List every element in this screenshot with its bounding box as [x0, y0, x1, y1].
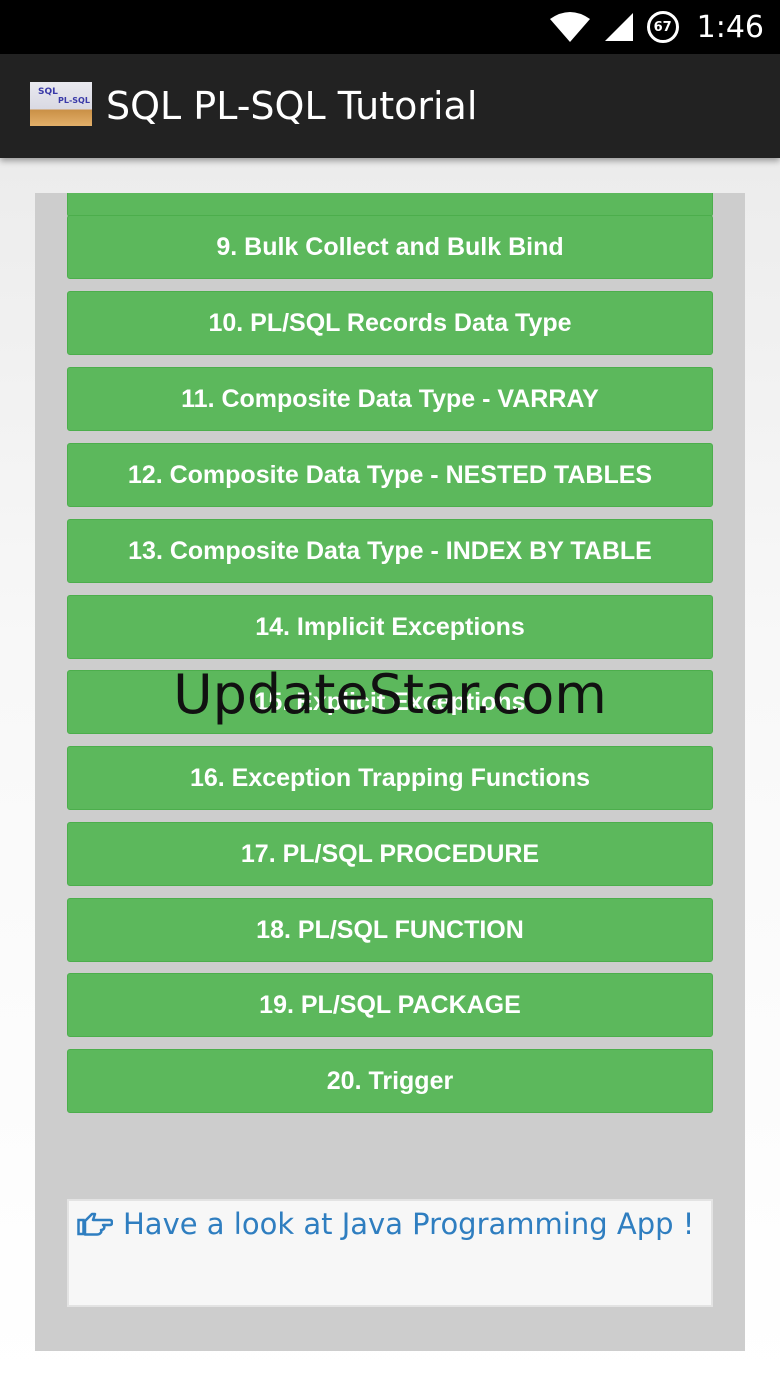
topic-button-20[interactable]: 20. Trigger — [67, 1049, 713, 1113]
wifi-icon — [549, 12, 590, 42]
topic-button-11[interactable]: 11. Composite Data Type - VARRAY — [67, 367, 713, 431]
cell-signal-icon — [604, 13, 633, 41]
topic-button-9[interactable]: 9. Bulk Collect and Bulk Bind — [67, 215, 713, 279]
topic-button-partial[interactable] — [67, 193, 713, 217]
topic-button-14[interactable]: 14. Implicit Exceptions — [67, 595, 713, 659]
topic-button-10[interactable]: 10. PL/SQL Records Data Type — [67, 291, 713, 355]
status-bar: 67 1:46 — [0, 0, 780, 54]
app-title: SQL PL-SQL Tutorial — [106, 84, 478, 128]
topic-button-16[interactable]: 16. Exception Trapping Functions — [67, 746, 713, 810]
java-app-link-text: Have a look at Java Programming App ! — [123, 1207, 695, 1241]
java-app-link[interactable]: Have a look at Java Programming App ! — [77, 1207, 694, 1241]
topic-button-13[interactable]: 13. Composite Data Type - INDEX BY TABLE — [67, 519, 713, 583]
status-icons: 67 1:46 — [549, 0, 764, 54]
app-logo-text-sql: SQL — [38, 87, 58, 97]
battery-icon: 67 — [646, 11, 679, 43]
topic-button-15[interactable]: 15. Explicit Exceptions — [67, 670, 713, 734]
topic-button-17[interactable]: 17. PL/SQL PROCEDURE — [67, 822, 713, 886]
topic-button-19[interactable]: 19. PL/SQL PACKAGE — [67, 973, 713, 1037]
hand-point-right-icon — [77, 1212, 113, 1236]
app-logo: SQL PL-SQL — [30, 82, 92, 126]
app-logo-text-plsql: PL-SQL — [58, 96, 90, 105]
topic-list-panel[interactable]: 9. Bulk Collect and Bulk Bind 10. PL/SQL… — [35, 193, 745, 1351]
topic-button-18[interactable]: 18. PL/SQL FUNCTION — [67, 898, 713, 962]
app-bar: SQL PL-SQL SQL PL-SQL Tutorial — [0, 54, 780, 158]
status-time: 1:46 — [696, 9, 764, 45]
battery-level: 67 — [653, 19, 672, 35]
topic-button-12[interactable]: 12. Composite Data Type - NESTED TABLES — [67, 443, 713, 507]
promo-box: Have a look at Java Programming App ! — [67, 1199, 713, 1307]
